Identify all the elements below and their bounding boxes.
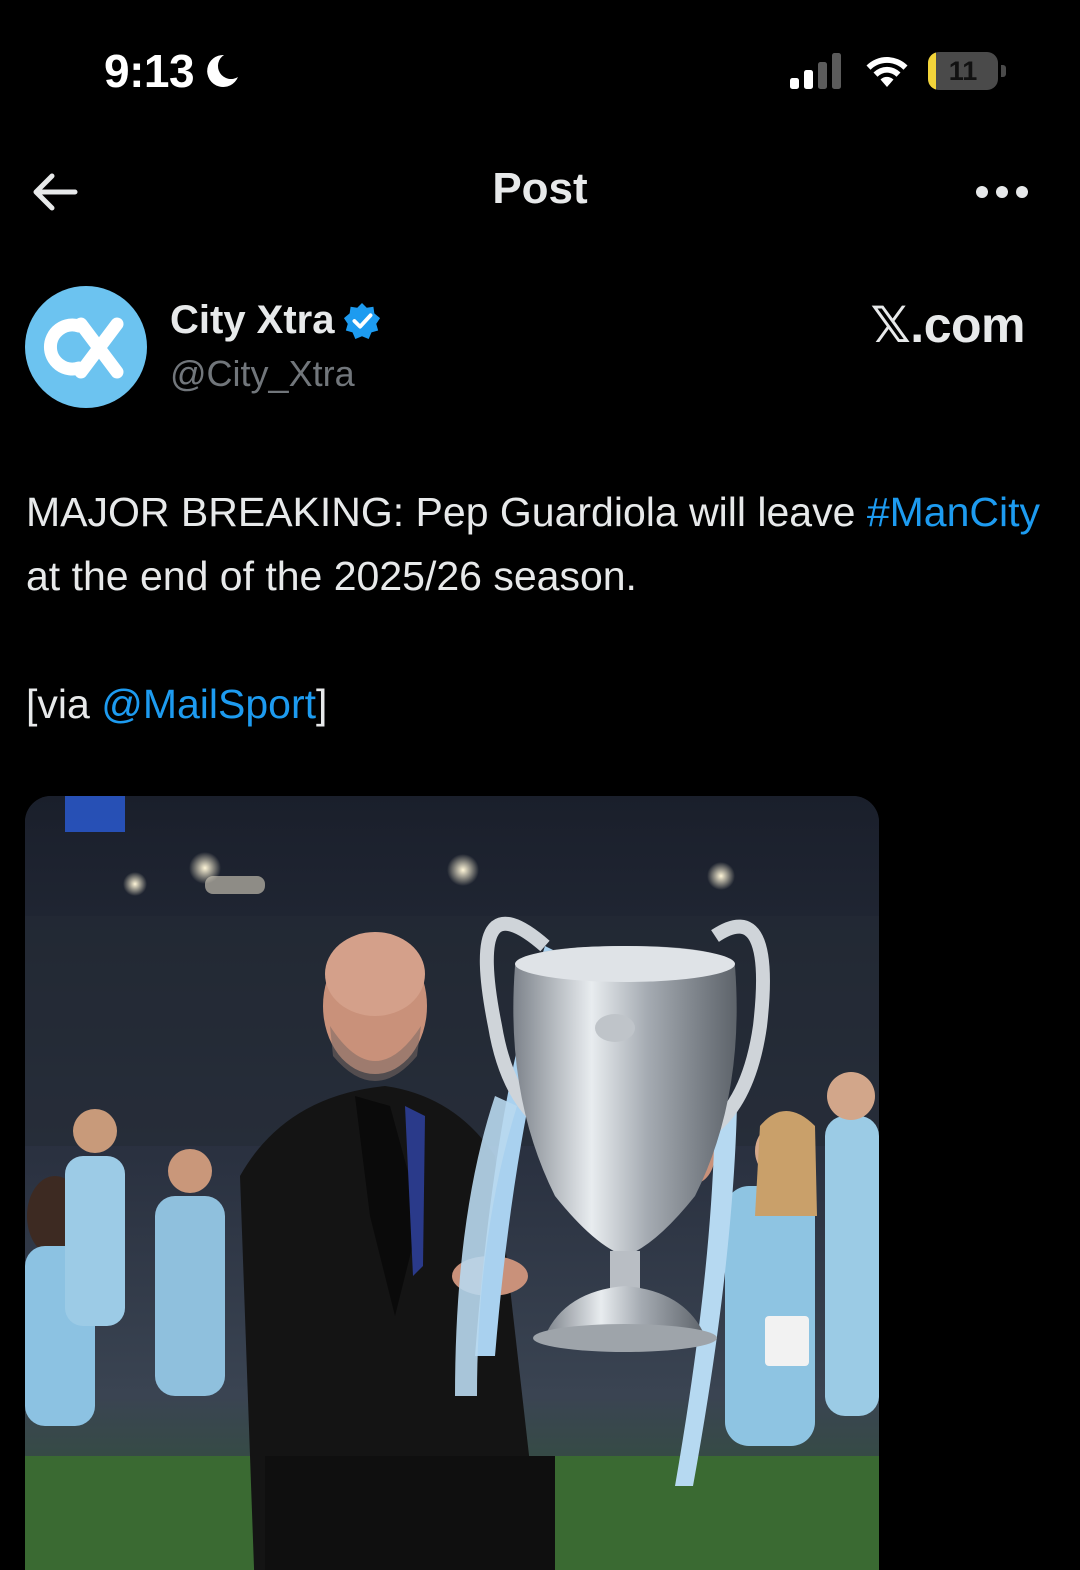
clock-time: 9:13 [104,45,195,97]
post-text: MAJOR BREAKING: Pep Guardiola will leave… [26,480,1056,736]
back-button[interactable] [24,164,84,220]
time-group: 9:13 [104,44,242,98]
avatar[interactable] [25,286,147,408]
author-names: City Xtra @City_Xtra [170,298,381,395]
display-name[interactable]: City Xtra [170,298,335,343]
battery-body: 11 [928,52,998,90]
post-paragraph-source: [via @MailSport] [26,672,1056,736]
more-horizontal-icon [976,186,1028,198]
post-screen: 9:13 11 Post City Xtra @City_Xtra 𝕏.com … [0,0,1080,1570]
author-handle[interactable]: @City_Xtra [170,353,381,395]
more-options-button[interactable] [970,164,1034,220]
post-paragraph-main: MAJOR BREAKING: Pep Guardiola will leave… [26,480,1056,608]
post-text-start: MAJOR BREAKING: Pep Guardiola will leave [26,489,867,535]
battery-cap [1001,65,1006,77]
status-bar: 9:13 11 [0,0,1080,140]
via-suffix: ] [316,681,328,727]
via-prefix: [via [26,681,102,727]
battery-indicator: 11 [928,52,1008,92]
cellular-signal-icon [790,53,841,89]
city-xtra-logo [43,317,124,379]
photo-illustration [25,796,879,1570]
moon-icon [207,54,239,87]
verified-badge-icon[interactable] [343,302,381,340]
post-author: City Xtra @City_Xtra 𝕏.com [25,286,1055,410]
wifi-icon [866,57,908,87]
post-photo[interactable] [25,796,879,1570]
x-com-watermark: 𝕏.com [870,297,1026,353]
post-text-end: at the end of the 2025/26 season. [26,553,637,599]
hashtag-link[interactable]: #ManCity [867,489,1040,535]
battery-percent: 11 [948,56,978,86]
page-title: Post [492,164,588,213]
nav-header: Post [0,150,1080,234]
display-name-row: City Xtra [170,298,381,343]
arrow-left-icon [33,173,78,211]
mention-link[interactable]: @MailSport [101,681,316,727]
